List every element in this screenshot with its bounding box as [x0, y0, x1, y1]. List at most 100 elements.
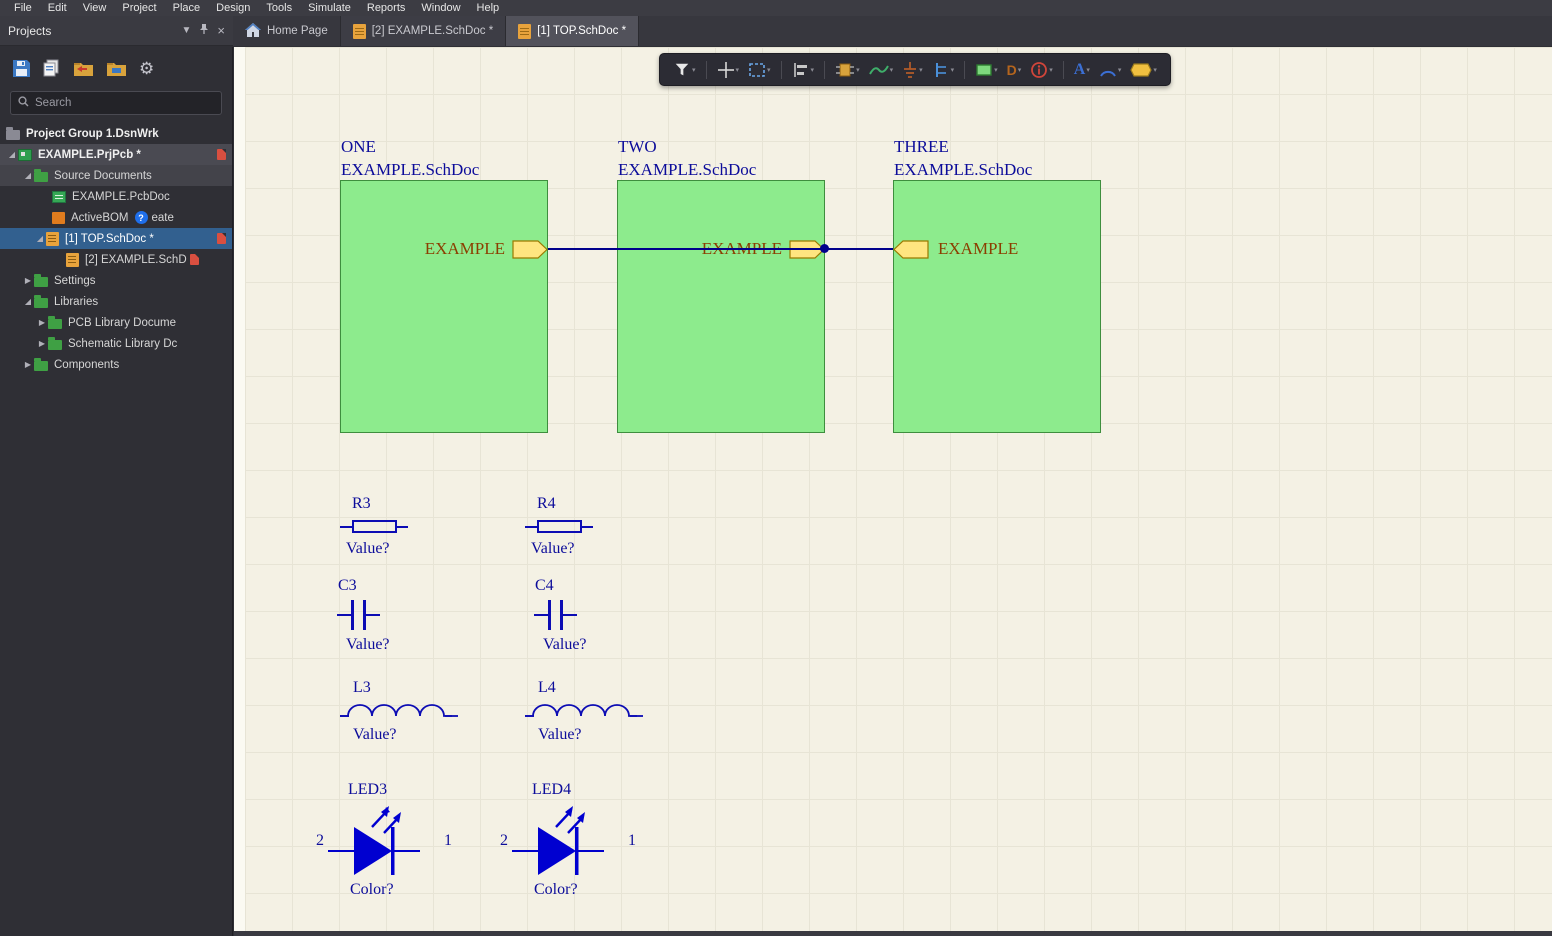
- expander-collapsed-icon[interactable]: ▶: [22, 360, 34, 369]
- pin-icon[interactable]: [199, 23, 209, 38]
- tree-item-project-group[interactable]: Project Group 1.DsnWrk: [0, 123, 232, 144]
- value-label[interactable]: Value?: [346, 540, 408, 558]
- no-erc-icon[interactable]: ▾: [1027, 61, 1056, 79]
- menu-simulate[interactable]: Simulate: [300, 2, 359, 14]
- designator[interactable]: LED4: [532, 781, 636, 799]
- value-label[interactable]: Color?: [534, 881, 636, 899]
- expander-expanded-icon[interactable]: ◢: [22, 171, 34, 180]
- pin-number-2: 2: [500, 832, 508, 850]
- component-l3[interactable]: L3 Value?: [340, 679, 458, 744]
- select-area-icon[interactable]: ▾: [745, 61, 774, 79]
- tree-item-source-documents[interactable]: ◢ Source Documents: [0, 165, 232, 186]
- sheet-symbol-three[interactable]: EXAMPLE: [893, 180, 1101, 433]
- resistor-symbol: [525, 520, 593, 533]
- designator[interactable]: L3: [353, 679, 458, 697]
- sheet-entry-arrow-icon: [893, 240, 929, 259]
- filter-icon[interactable]: ▾: [670, 61, 699, 79]
- component-led3[interactable]: LED3 2 1 Color?: [316, 781, 452, 899]
- tab-home-page[interactable]: Home Page: [233, 16, 341, 46]
- sheet-entry-arrow-icon: [512, 240, 548, 259]
- expander-expanded-icon[interactable]: ◢: [22, 297, 34, 306]
- expander-expanded-icon[interactable]: ◢: [34, 234, 46, 243]
- tree-item-project[interactable]: ◢ EXAMPLE.PrjPcb *: [0, 144, 232, 165]
- compile-folder-icon[interactable]: [73, 60, 94, 77]
- menu-view[interactable]: View: [75, 2, 115, 14]
- tree-item-example-schdoc[interactable]: [2] EXAMPLE.SchD: [0, 249, 232, 270]
- component-r4[interactable]: R4 Value?: [525, 495, 593, 558]
- port-icon[interactable]: ▾: [1127, 63, 1160, 77]
- inductor-symbol: [525, 702, 643, 720]
- menu-reports[interactable]: Reports: [359, 2, 414, 14]
- close-icon[interactable]: ×: [217, 23, 225, 38]
- component-c3[interactable]: C3 Value?: [337, 577, 390, 654]
- explorer-folder-icon[interactable]: [106, 60, 127, 77]
- designator[interactable]: L4: [538, 679, 643, 697]
- documents-icon[interactable]: [43, 59, 61, 78]
- designator[interactable]: R4: [537, 495, 593, 513]
- expander-collapsed-icon[interactable]: ▶: [22, 276, 34, 285]
- menu-file[interactable]: File: [6, 2, 40, 14]
- search-input[interactable]: [35, 97, 214, 109]
- designator[interactable]: LED3: [348, 781, 452, 799]
- designator[interactable]: C3: [338, 577, 390, 595]
- schematic-canvas[interactable]: ▾ ▾ ▾ ▾ ▾ ▾ ▾ ▾: [234, 47, 1552, 936]
- menu-project[interactable]: Project: [114, 2, 164, 14]
- chevron-down-icon[interactable]: ▼: [182, 25, 192, 36]
- resistor-symbol: [340, 520, 408, 533]
- expander-expanded-icon[interactable]: ◢: [6, 150, 18, 159]
- tab-label: Home Page: [267, 25, 328, 37]
- menu-help[interactable]: Help: [469, 2, 508, 14]
- expander-collapsed-icon[interactable]: ▶: [36, 339, 48, 348]
- value-label[interactable]: Value?: [538, 726, 643, 744]
- component-r3[interactable]: R3 Value?: [340, 495, 408, 558]
- value-label[interactable]: Value?: [353, 726, 458, 744]
- chevron-down-icon: ▾: [1153, 66, 1157, 74]
- value-label[interactable]: Value?: [543, 636, 587, 654]
- component-l4[interactable]: L4 Value?: [525, 679, 643, 744]
- modified-doc-icon: [217, 233, 226, 244]
- tree-item-pcbdoc[interactable]: EXAMPLE.PcbDoc: [0, 186, 232, 207]
- tree-item-top-schdoc[interactable]: ◢ [1] TOP.SchDoc *: [0, 228, 232, 249]
- sheet-entry[interactable]: EXAMPLE: [425, 239, 548, 259]
- component-c4[interactable]: C4 Value?: [534, 577, 587, 654]
- tab-top-schdoc[interactable]: [1] TOP.SchDoc *: [506, 16, 639, 46]
- value-label[interactable]: Value?: [531, 540, 593, 558]
- expander-collapsed-icon[interactable]: ▶: [36, 318, 48, 327]
- value-label[interactable]: Color?: [350, 881, 452, 899]
- device-sheet-icon[interactable]: D ▾: [1004, 62, 1025, 78]
- sheet-symbol-icon[interactable]: ▾: [972, 61, 1001, 79]
- gear-icon[interactable]: ⚙: [139, 60, 154, 77]
- align-icon[interactable]: ▾: [789, 61, 818, 79]
- tree-item-pcb-library[interactable]: ▶ PCB Library Docume: [0, 312, 232, 333]
- designator[interactable]: C4: [535, 577, 587, 595]
- place-wire-icon[interactable]: ▾: [866, 61, 897, 79]
- led-symbol: [328, 805, 440, 877]
- tree-item-activebom[interactable]: ActiveBOM ? eate: [0, 207, 232, 228]
- sheet-entry[interactable]: EXAMPLE: [893, 239, 1018, 259]
- tab-example-schdoc[interactable]: [2] EXAMPLE.SchDoc *: [341, 16, 506, 46]
- value-label[interactable]: Value?: [346, 636, 390, 654]
- tree-item-sch-library[interactable]: ▶ Schematic Library Dc: [0, 333, 232, 354]
- place-part-icon[interactable]: ▾: [832, 61, 863, 79]
- component-led4[interactable]: LED4 2 1 Color?: [500, 781, 636, 899]
- tree-item-components[interactable]: ▶ Components: [0, 354, 232, 375]
- tab-label: [1] TOP.SchDoc *: [537, 25, 626, 37]
- search-box[interactable]: [10, 91, 222, 115]
- menu-window[interactable]: Window: [413, 2, 468, 14]
- wire[interactable]: [548, 248, 893, 250]
- menu-tools[interactable]: Tools: [258, 2, 300, 14]
- sheet-symbol-two[interactable]: EXAMPLE: [617, 180, 825, 433]
- cross-cursor-icon[interactable]: ▾: [714, 61, 743, 79]
- text-string-icon[interactable]: A ▾: [1071, 61, 1093, 79]
- designator[interactable]: R3: [352, 495, 408, 513]
- menu-place[interactable]: Place: [165, 2, 209, 14]
- tree-item-settings[interactable]: ▶ Settings: [0, 270, 232, 291]
- save-icon[interactable]: [12, 59, 31, 78]
- tree-item-libraries[interactable]: ◢ Libraries: [0, 291, 232, 312]
- arc-icon[interactable]: ▾: [1096, 62, 1125, 78]
- menu-edit[interactable]: Edit: [40, 2, 75, 14]
- menu-design[interactable]: Design: [208, 2, 258, 14]
- power-port-icon[interactable]: ▾: [899, 61, 926, 79]
- signal-harness-icon[interactable]: ▾: [929, 61, 958, 79]
- sheet-symbol-one[interactable]: EXAMPLE: [340, 180, 548, 433]
